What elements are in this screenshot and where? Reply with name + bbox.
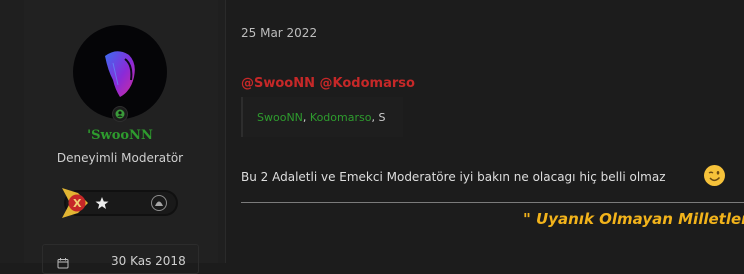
- rank-badge-icon: X: [62, 188, 178, 218]
- user-online-icon: [112, 106, 128, 122]
- calendar-icon: [57, 254, 69, 273]
- svg-text:X: X: [73, 197, 82, 210]
- quote-text: SwooNN, Kodomarso, S: [257, 111, 385, 124]
- rank-badge: X: [58, 184, 183, 222]
- post-date[interactable]: 25 Mar 2022: [241, 26, 317, 40]
- quote-separator: ,: [302, 111, 307, 124]
- avatar[interactable]: [73, 25, 167, 119]
- post-message: Bu 2 Adaletli ve Emekci Moderatöre iyi b…: [241, 170, 666, 184]
- quote-user-kodomarso[interactable]: Kodomarso: [310, 111, 372, 124]
- username[interactable]: 'SwooNN: [0, 128, 240, 143]
- quote-user-swoonn[interactable]: SwooNN: [257, 111, 303, 124]
- join-date-box: 30 Kas 2018: [42, 244, 199, 274]
- user-title: Deneyimli Moderatör: [56, 151, 184, 165]
- wink-emoji-icon: [703, 164, 726, 191]
- signature: " Uyanık Olmayan Milletler,: [523, 210, 744, 228]
- mention-line[interactable]: @SwooNN @Kodomarso: [241, 76, 415, 91]
- join-date: 30 Kas 2018: [111, 254, 186, 268]
- quote-block: SwooNN, Kodomarso, S: [241, 97, 403, 137]
- signature-divider: [241, 202, 744, 203]
- avatar-image: [105, 51, 135, 97]
- quote-trailing-text: S: [378, 111, 386, 124]
